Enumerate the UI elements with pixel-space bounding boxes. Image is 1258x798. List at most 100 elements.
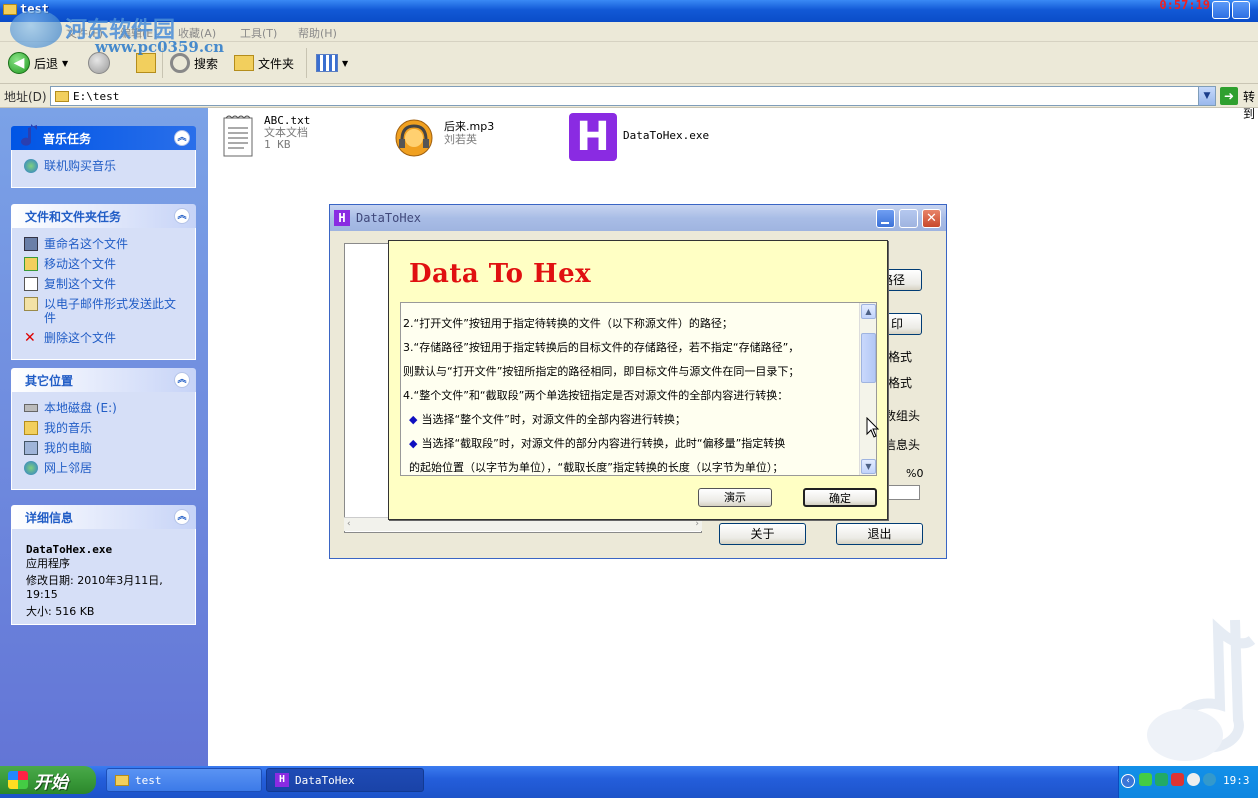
maximize-button[interactable] xyxy=(1232,1,1250,19)
network-places-link[interactable]: 网上邻居 xyxy=(24,461,187,475)
menu-edit[interactable]: 编辑(E) xyxy=(120,25,158,41)
back-label: 后退 xyxy=(34,56,59,71)
folder-icon xyxy=(115,774,129,786)
scroll-up-icon[interactable]: ▲ xyxy=(861,304,876,319)
forward-button[interactable] xyxy=(88,50,110,76)
task-label: 联机购买音乐 xyxy=(44,159,117,173)
scroll-down-icon[interactable]: ▼ xyxy=(861,459,876,474)
email-file-link[interactable]: 以电子邮件形式发送此文件 xyxy=(24,297,187,325)
tray-clock: 19:3 xyxy=(1223,774,1250,787)
globe-tray-icon[interactable] xyxy=(1203,773,1216,786)
search-button[interactable]: 搜索 xyxy=(170,50,218,76)
help-text-box[interactable]: 2.“打开文件”按钮用于指定待转换的文件（以下称源文件）的路径； 3.“存储路径… xyxy=(400,302,877,476)
task-label: 我的音乐 xyxy=(44,421,93,435)
folders-icon xyxy=(234,55,254,71)
text-document-icon xyxy=(223,115,253,157)
search-label: 搜索 xyxy=(194,56,219,71)
music-folder-icon xyxy=(24,421,38,435)
collapse-icon[interactable]: ︽ xyxy=(174,208,190,224)
collapse-icon[interactable]: ︽ xyxy=(174,130,190,146)
task-label: 删除这个文件 xyxy=(44,331,117,345)
format-label-1: 格式 xyxy=(888,350,913,364)
address-dropdown[interactable]: ▼ xyxy=(1198,87,1215,105)
windows-flag-icon xyxy=(8,771,28,789)
taskbar: 开始 test H DataToHex ‹ 19:3 xyxy=(0,766,1258,798)
buy-music-online-link[interactable]: 联机购买音乐 xyxy=(24,159,187,173)
local-disk-link[interactable]: 本地磁盘 (E:) xyxy=(24,401,187,415)
window-titlebar: test 0:57:19 xyxy=(0,0,1258,22)
taskbar-item-test[interactable]: test xyxy=(106,768,262,792)
task-label: 本地磁盘 (E:) xyxy=(44,401,117,415)
window-title: test xyxy=(20,2,49,16)
menu-file[interactable]: 文件(F) xyxy=(66,25,103,41)
system-tray: ‹ 19:3 xyxy=(1118,766,1258,798)
dialog-heading: Data To Hex xyxy=(409,259,592,289)
volume-tray-icon[interactable] xyxy=(1187,773,1200,786)
security-tray-icon[interactable] xyxy=(1155,773,1168,786)
menu-favorites[interactable]: 收藏(A) xyxy=(178,25,216,41)
other-places-header[interactable]: 其它位置 ︽ xyxy=(11,368,196,392)
computer-icon xyxy=(24,441,38,455)
file-houlai-mp3[interactable]: 后来.mp3 刘若英 xyxy=(394,118,494,158)
file-datatohex-exe[interactable]: H DataToHex.exe xyxy=(569,113,709,161)
file-name: 后来.mp3 xyxy=(444,120,495,133)
audio-file-icon xyxy=(395,119,433,157)
my-music-link[interactable]: 我的音乐 xyxy=(24,421,187,435)
go-button[interactable]: 转到 xyxy=(1243,88,1258,122)
help-line: 当选择“截取段”时，对源文件的部分内容进行转换，此时“偏移量”指定转换 xyxy=(421,437,786,450)
help-bullet-line: ◆ 当选择“整个文件”时，对源文件的全部内容进行转换； xyxy=(409,411,686,427)
rename-file-link[interactable]: 重命名这个文件 xyxy=(24,237,187,251)
network-tray-icon[interactable] xyxy=(1139,773,1152,786)
back-button[interactable]: ◀ 后退 ▼ xyxy=(8,50,68,76)
copy-file-link[interactable]: 复制这个文件 xyxy=(24,277,187,291)
music-note-icon xyxy=(21,124,37,146)
delete-file-link[interactable]: ✕ 删除这个文件 xyxy=(24,331,187,345)
help-vscroll[interactable]: ▲ ▼ xyxy=(859,303,876,475)
folders-button[interactable]: 文件夹 xyxy=(234,50,294,76)
menu-help[interactable]: 帮助(H) xyxy=(298,25,337,41)
minimize-button[interactable] xyxy=(1212,1,1230,19)
details-title: 详细信息 xyxy=(25,510,74,525)
file-tasks-panel: 文件和文件夹任务 ︽ 重命名这个文件 移动这个文件 复制这个文件 以电子邮件形式… xyxy=(11,204,196,360)
app-minimize-button[interactable] xyxy=(876,209,895,228)
taskbar-item-label: test xyxy=(135,773,162,787)
qq-tray-icon[interactable] xyxy=(1171,773,1184,786)
start-button[interactable]: 开始 xyxy=(0,766,96,794)
address-input[interactable]: E:\test ▼ xyxy=(50,86,1216,106)
demo-button[interactable]: 演示 xyxy=(698,488,772,507)
disk-icon xyxy=(24,404,38,412)
about-button[interactable]: 关于 xyxy=(719,523,806,545)
app-close-button[interactable]: ✕ xyxy=(922,209,941,228)
collapse-icon[interactable]: ︽ xyxy=(174,509,190,525)
my-computer-link[interactable]: 我的电脑 xyxy=(24,441,187,455)
music-tasks-panel: 音乐任务 ︽ 联机购买音乐 xyxy=(11,124,196,188)
tray-expand-icon[interactable]: ‹ xyxy=(1121,774,1135,788)
ok-button[interactable]: 确定 xyxy=(803,488,877,507)
task-pane: 音乐任务 ︽ 联机购买音乐 文件和文件夹任务 ︽ 重命名这个文件 移动这个文件 … xyxy=(0,108,208,766)
collapse-icon[interactable]: ︽ xyxy=(174,372,190,388)
file-tasks-body: 重命名这个文件 移动这个文件 复制这个文件 以电子邮件形式发送此文件 ✕ 删除这个… xyxy=(11,228,196,360)
taskbar-item-label: DataToHex xyxy=(295,773,355,787)
other-places-title: 其它位置 xyxy=(25,373,74,388)
folders-label: 文件夹 xyxy=(258,56,295,71)
views-button[interactable]: ▼ xyxy=(316,50,348,76)
help-line: 当选择“整个文件”时，对源文件的全部内容进行转换； xyxy=(421,413,686,426)
go-arrow-icon[interactable]: ➜ xyxy=(1220,87,1238,105)
file-tasks-header[interactable]: 文件和文件夹任务 ︽ xyxy=(11,204,196,228)
up-button[interactable] xyxy=(136,50,156,76)
file-abc-txt[interactable]: ABC.txt 文本文档 1 KB xyxy=(222,114,310,158)
move-file-link[interactable]: 移动这个文件 xyxy=(24,257,187,271)
scroll-thumb[interactable] xyxy=(861,333,876,383)
help-line: 2.“打开文件”按钮用于指定待转换的文件（以下称源文件）的路径； xyxy=(403,317,733,330)
task-label: 以电子邮件形式发送此文件 xyxy=(44,297,177,325)
menu-tools[interactable]: 工具(T) xyxy=(240,25,277,41)
details-header[interactable]: 详细信息 ︽ xyxy=(11,505,196,529)
background-music-note-icon xyxy=(1147,618,1256,761)
help-line: 3.“存储路径”按钮用于指定转换后的目标文件的存储路径，若不指定“存储路径”， xyxy=(403,341,800,354)
taskbar-item-datatohex[interactable]: H DataToHex xyxy=(266,768,424,792)
search-icon xyxy=(170,53,190,73)
app-maximize-button xyxy=(899,209,918,228)
delete-icon: ✕ xyxy=(24,330,36,346)
file-tasks-title: 文件和文件夹任务 xyxy=(25,209,122,224)
exit-button[interactable]: 退出 xyxy=(836,523,923,545)
